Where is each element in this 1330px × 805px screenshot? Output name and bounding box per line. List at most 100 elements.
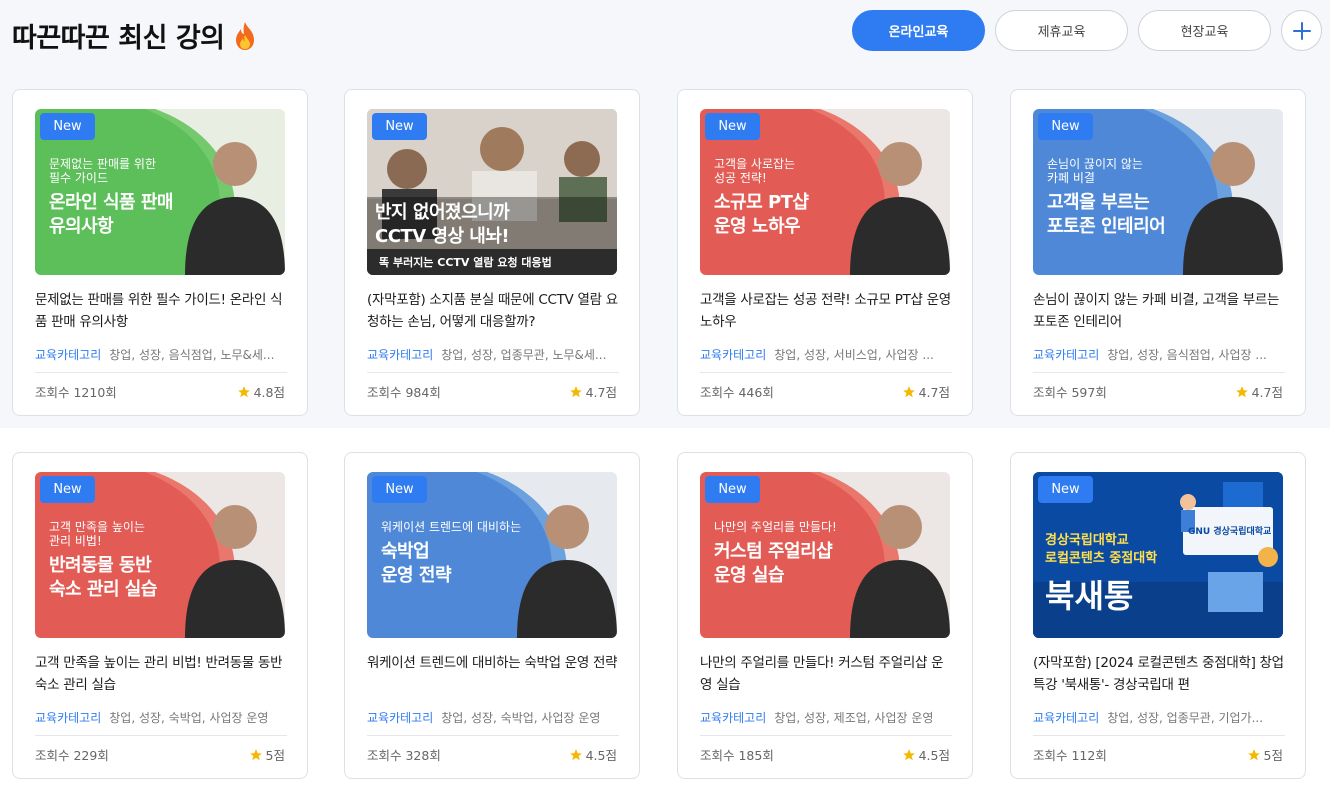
course-tags: 교육카테고리 창업, 성장, 숙박업, 사업장 운영 (35, 709, 287, 726)
category-link[interactable]: 교육카테고리 (1033, 711, 1099, 725)
tag-list: 창업, 성장, 숙박업, 사업장 운영 (441, 711, 601, 725)
course-title[interactable]: 고객 만족을 높이는 관리 비법! 반려동물 동반 숙소 관리 실습 (35, 652, 287, 696)
thumb-sub-text: 워케이션 트렌드에 대비하는 (381, 520, 522, 534)
category-link[interactable]: 교육카테고리 (35, 711, 101, 725)
course-thumbnail[interactable]: New 나만의 주얼리를 만들다! 커스텀 주얼리샵 운영 실습 (700, 472, 950, 638)
new-badge: New (705, 476, 760, 503)
rating: 4.7점 (569, 382, 617, 401)
thumb-caption: 문제없는 판매를 위한 필수 가이드 온라인 식품 판매 유의사항 (49, 157, 219, 239)
view-count: 조회수 597회 (1033, 385, 1107, 400)
course-title[interactable]: 나만의 주얼리를 만들다! 커스텀 주얼리샵 운영 실습 (700, 652, 952, 696)
thumb-caption: 나만의 주얼리를 만들다! 커스텀 주얼리샵 운영 실습 (714, 520, 884, 588)
view-count: 조회수 328회 (367, 748, 441, 763)
course-thumbnail[interactable]: New 문제없는 판매를 위한 필수 가이드 온라인 식품 판매 유의사항 (35, 109, 285, 275)
star-icon (1235, 385, 1249, 399)
more-button[interactable] (1281, 10, 1322, 51)
rating-value: 4.7점 (585, 385, 617, 400)
course-title[interactable]: 손님이 끊이지 않는 카페 비결, 고객을 부르는 포토존 인테리어 (1033, 289, 1285, 333)
plus-icon (1292, 21, 1311, 40)
thumb-caption: 고객 만족을 높이는 관리 비법! 반려동물 동반 숙소 관리 실습 (49, 520, 219, 602)
section-title-text: 따끈따끈 최신 강의 (12, 23, 225, 54)
course-card[interactable]: New 문제없는 판매를 위한 필수 가이드 온라인 식품 판매 유의사항 문제없는… (12, 89, 308, 416)
tag-list: 창업, 성장, 서비스업, 사업장 ... (774, 348, 934, 362)
new-badge: New (372, 476, 427, 503)
tag-list: 창업, 성장, 제조업, 사업장 운영 (774, 711, 934, 725)
thumb-sub-text: 문제없는 판매를 위한 필수 가이드 (49, 157, 156, 185)
course-thumbnail[interactable]: New 고객을 사로잡는 성공 전략! 소규모 PT샵 운영 노하우 (700, 109, 950, 275)
flame-icon (233, 21, 257, 51)
star-icon (902, 385, 916, 399)
course-card[interactable]: New 반지 없어졌으니까 CCTV 영상 내놔! 똑 부러지는 CCTV 열람 요… (344, 89, 640, 416)
new-badge: New (40, 476, 95, 503)
course-title[interactable]: (자막포함) 소지품 분실 때문에 CCTV 열람 요청하는 손님, 어떻게 대… (367, 289, 619, 333)
star-icon (1247, 748, 1261, 762)
rating-value: 4.8점 (253, 385, 285, 400)
rating: 5점 (1247, 745, 1283, 764)
category-link[interactable]: 교육카테고리 (367, 711, 433, 725)
tab-partner[interactable]: 제휴교육 (995, 10, 1128, 51)
course-thumbnail[interactable]: New 손님이 끊이지 않는 카페 비결 고객을 부르는 포토존 인테리어 (1033, 109, 1283, 275)
course-title[interactable]: (자막포함) [2024 로컬콘텐츠 중점대학] 창업특강 '북새통'- 경상국… (1033, 652, 1285, 696)
rating: 4.7점 (1235, 382, 1283, 401)
course-card[interactable]: New 손님이 끊이지 않는 카페 비결 고객을 부르는 포토존 인테리어손님이 … (1010, 89, 1306, 416)
new-badge: New (705, 113, 760, 140)
course-title[interactable]: 워케이션 트렌드에 대비하는 숙박업 운영 전략 (367, 652, 619, 674)
divider (367, 735, 619, 736)
course-tags: 교육카테고리 창업, 성장, 서비스업, 사업장 ... (700, 346, 952, 363)
divider (1033, 735, 1285, 736)
course-thumbnail[interactable]: New 경상국립대학교 로컬콘텐츠 중점대학 북새통 GNU 경상국립대학교 (1033, 472, 1283, 638)
course-thumbnail[interactable]: New 고객 만족을 높이는 관리 비법! 반려동물 동반 숙소 관리 실습 (35, 472, 285, 638)
tab-online[interactable]: 온라인교육 (852, 10, 985, 51)
rating-value: 4.7점 (918, 385, 950, 400)
course-tags: 교육카테고리 창업, 성장, 제조업, 사업장 운영 (700, 709, 952, 726)
view-count: 조회수 112회 (1033, 748, 1107, 763)
course-tags: 교육카테고리 창업, 성장, 업종무관, 노무&세... (367, 346, 619, 363)
category-link[interactable]: 교육카테고리 (367, 348, 433, 362)
thumb-main-text: 고객을 부르는 포토존 인테리어 (1047, 192, 1166, 237)
thumb-main-text: 반지 없어졌으니까 CCTV 영상 내놔! (375, 202, 510, 247)
divider (367, 372, 619, 373)
course-tags: 교육카테고리 창업, 성장, 음식점업, 노무&세... (35, 346, 287, 363)
course-card[interactable]: New 고객을 사로잡는 성공 전략! 소규모 PT샵 운영 노하우 고객을 사로잡… (677, 89, 973, 416)
view-count: 조회수 185회 (700, 748, 774, 763)
tag-list: 창업, 성장, 업종무관, 기업가... (1107, 711, 1264, 725)
thumb-footer-text: 똑 부러지는 CCTV 열람 요청 대응법 (379, 256, 552, 269)
course-card[interactable]: New 고객 만족을 높이는 관리 비법! 반려동물 동반 숙소 관리 실습 고객 … (12, 452, 308, 779)
course-card[interactable]: New 워케이션 트렌드에 대비하는 숙박업 운영 전략 워케이션 트렌드에 대비하… (344, 452, 640, 779)
star-icon (902, 748, 916, 762)
course-thumbnail[interactable]: New 반지 없어졌으니까 CCTV 영상 내놔! 똑 부러지는 CCTV 열람 요… (367, 109, 617, 275)
gnu-logo: GNU 경상국립대학교 (1188, 527, 1272, 537)
divider (1033, 372, 1285, 373)
course-tags: 교육카테고리 창업, 성장, 음식점업, 사업장 ... (1033, 346, 1285, 363)
thumb-sub-text: 고객을 사로잡는 성공 전략! (714, 157, 796, 185)
course-title[interactable]: 고객을 사로잡는 성공 전략! 소규모 PT샵 운영 노하우 (700, 289, 952, 333)
filter-tabs: 온라인교육 제휴교육 현장교육 (852, 10, 1322, 51)
view-count: 조회수 446회 (700, 385, 774, 400)
divider (700, 735, 952, 736)
rating: 4.5점 (569, 745, 617, 764)
rating-value: 4.5점 (585, 748, 617, 763)
thumb-caption: 손님이 끊이지 않는 카페 비결 고객을 부르는 포토존 인테리어 (1047, 157, 1217, 239)
category-link[interactable]: 교육카테고리 (35, 348, 101, 362)
category-link[interactable]: 교육카테고리 (700, 348, 766, 362)
course-card[interactable]: New 경상국립대학교 로컬콘텐츠 중점대학 북새통 GNU 경상국립대학교 (자막포… (1010, 452, 1306, 779)
rating-value: 4.5점 (918, 748, 950, 763)
new-badge: New (1038, 113, 1093, 140)
rating: 4.7점 (902, 382, 950, 401)
thumb-main-text: 소규모 PT샵 운영 노하우 (714, 192, 809, 237)
tab-onsite[interactable]: 현장교육 (1138, 10, 1271, 51)
view-count: 조회수 229회 (35, 748, 109, 763)
category-link[interactable]: 교육카테고리 (700, 711, 766, 725)
course-thumbnail[interactable]: New 워케이션 트렌드에 대비하는 숙박업 운영 전략 (367, 472, 617, 638)
thumb-main-text: 숙박업 운영 전략 (381, 541, 452, 586)
thumb-main-text: 북새통 (1045, 577, 1134, 615)
rating-value: 4.7점 (1251, 385, 1283, 400)
course-title[interactable]: 문제없는 판매를 위한 필수 가이드! 온라인 식품 판매 유의사항 (35, 289, 287, 333)
new-badge: New (372, 113, 427, 140)
rating: 5점 (249, 745, 285, 764)
divider (700, 372, 952, 373)
divider (35, 372, 287, 373)
section-title: 따끈따끈 최신 강의 (12, 16, 257, 55)
category-link[interactable]: 교육카테고리 (1033, 348, 1099, 362)
course-card[interactable]: New 나만의 주얼리를 만들다! 커스텀 주얼리샵 운영 실습 나만의 주얼리를 … (677, 452, 973, 779)
